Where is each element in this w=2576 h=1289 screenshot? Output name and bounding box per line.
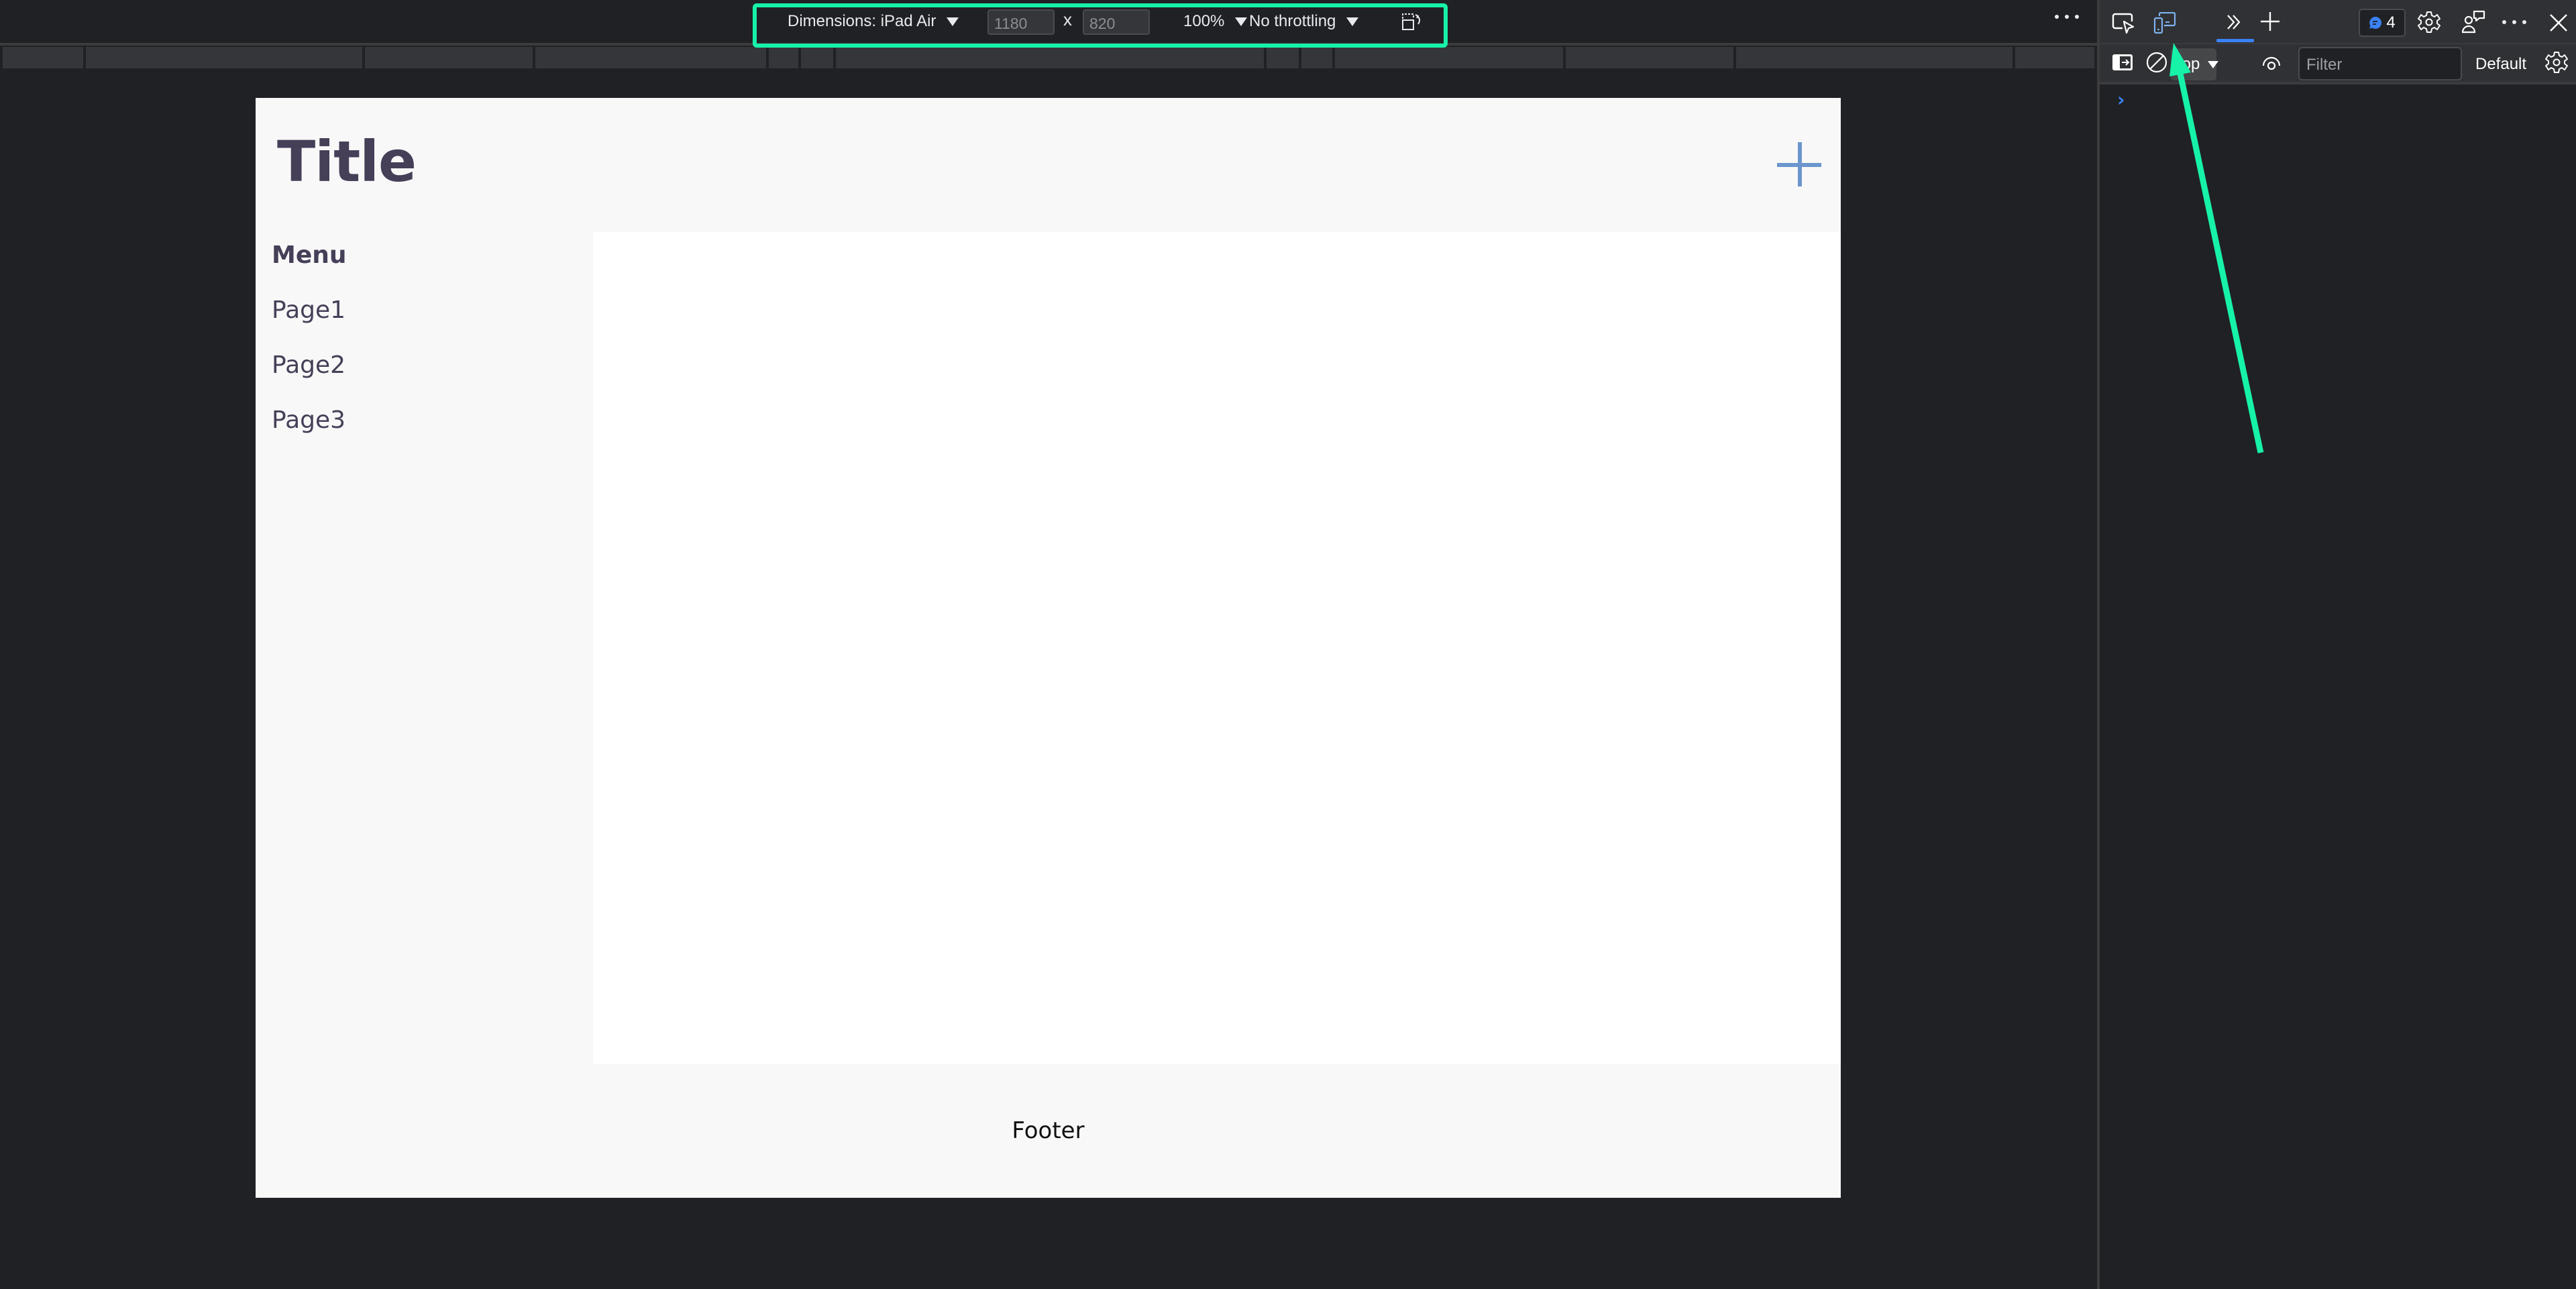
log-levels-dropdown[interactable]: Default	[2475, 55, 2526, 74]
console-toolbar: top Filter Default	[2100, 43, 2576, 85]
page-header: Title	[256, 98, 1841, 232]
issues-badge[interactable]: 4	[2359, 9, 2406, 37]
add-tab-icon[interactable]	[2259, 11, 2281, 32]
more-options-icon[interactable]	[2055, 15, 2079, 19]
sidebar-item-page2[interactable]: Page2	[272, 351, 345, 379]
caret-down-icon	[1235, 17, 1248, 26]
height-input[interactable]: 820	[1083, 9, 1150, 35]
caret-down-icon	[947, 17, 959, 26]
zoom-dropdown[interactable]: 100%	[1183, 0, 1248, 43]
sidebar-item-page3[interactable]: Page3	[272, 406, 345, 434]
context-label: top	[2178, 55, 2200, 73]
rotate-device-icon[interactable]	[1401, 11, 1425, 32]
inspect-element-icon[interactable]	[2112, 12, 2136, 35]
media-query-separator	[1264, 47, 1267, 68]
device-emulation-icon[interactable]	[2153, 12, 2176, 35]
footer-text: Footer	[1012, 1117, 1085, 1144]
width-input[interactable]: 1180	[987, 9, 1055, 35]
toolbar-divider	[0, 43, 2097, 46]
more-tabs-icon[interactable]	[2224, 12, 2245, 32]
media-query-separator	[1563, 47, 1566, 68]
devtools-tab-bar: 4	[2100, 0, 2576, 43]
devtools-panel: 4 top Filter Default ›	[2097, 0, 2576, 1289]
media-query-separator	[83, 47, 86, 68]
message-icon	[2369, 17, 2382, 29]
close-devtools-icon[interactable]	[2549, 13, 2568, 32]
caret-down-icon	[1346, 17, 1359, 26]
sidebar-menu: Menu Page1 Page2 Page3	[256, 232, 593, 1064]
issues-count: 4	[2386, 13, 2396, 32]
media-query-separator	[1733, 47, 1736, 68]
page-title: Title	[277, 129, 417, 194]
media-query-separator	[766, 47, 769, 68]
console-prompt[interactable]: ›	[2117, 89, 2125, 111]
live-expression-eye-icon[interactable]	[2262, 55, 2281, 71]
settings-gear-icon[interactable]	[2418, 11, 2440, 34]
main-content	[593, 232, 1841, 1064]
media-query-separator	[1332, 47, 1335, 68]
caret-down-icon	[2208, 60, 2219, 68]
emulated-page: Title Menu Page1 Page2 Page3 Footer	[256, 98, 1841, 1198]
dimensions-dropdown[interactable]: Dimensions: iPad Air	[788, 0, 959, 43]
emulated-viewport-area: Dimensions: iPad Air 1180 x 820 100% No …	[0, 0, 2097, 1289]
throttling-dropdown[interactable]: No throttling	[1249, 0, 1359, 43]
feedback-icon[interactable]	[2462, 9, 2486, 35]
dimension-separator: x	[1063, 9, 1072, 30]
devtools-more-options-icon[interactable]	[2502, 20, 2526, 24]
show-sidebar-icon[interactable]	[2112, 54, 2133, 71]
console-settings-gear-icon[interactable]	[2545, 51, 2568, 74]
clear-console-icon[interactable]	[2145, 51, 2168, 74]
context-selector[interactable]: top	[2171, 48, 2219, 80]
active-tab-indicator	[2216, 39, 2254, 42]
media-query-separator	[1299, 47, 1301, 68]
menu-heading: Menu	[272, 241, 347, 269]
zoom-label: 100%	[1183, 12, 1225, 30]
media-query-separator	[2012, 47, 2015, 68]
media-query-separator	[362, 47, 365, 68]
plus-icon[interactable]	[1777, 142, 1823, 188]
media-query-separator	[533, 47, 535, 68]
sidebar-item-page1[interactable]: Page1	[272, 296, 345, 324]
media-query-separator	[833, 47, 836, 68]
media-query-separator	[798, 47, 801, 68]
device-toolbar: Dimensions: iPad Air 1180 x 820 100% No …	[0, 0, 2097, 43]
console-filter-input[interactable]: Filter	[2298, 47, 2462, 80]
media-query-bar[interactable]	[3, 47, 2094, 68]
page-footer: Footer	[256, 1064, 1841, 1198]
throttling-label: No throttling	[1249, 12, 1336, 30]
dimensions-label: Dimensions: iPad Air	[788, 12, 936, 30]
